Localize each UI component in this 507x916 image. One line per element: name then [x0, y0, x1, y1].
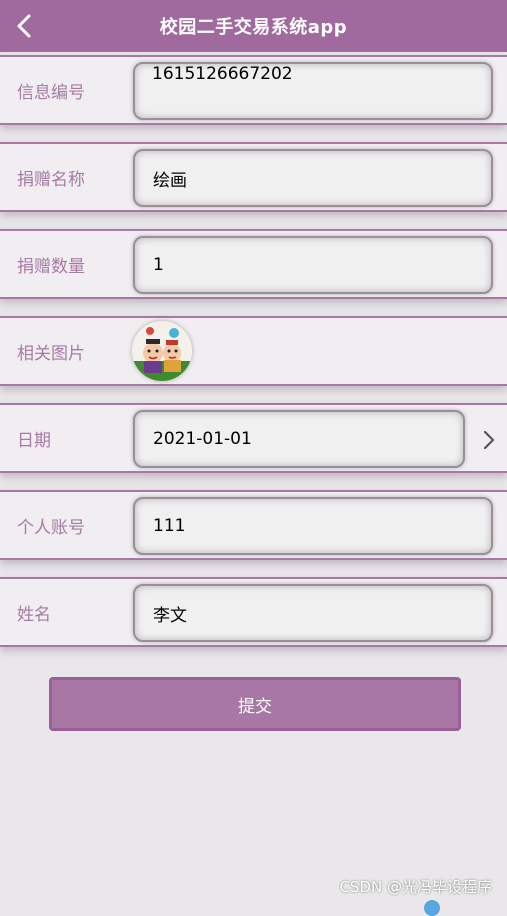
- app-header: 校园二手交易系统app: [0, 0, 507, 52]
- donation-name-label: 捐赠名称: [17, 169, 85, 190]
- floating-indicator: [424, 900, 440, 916]
- cartoon-image: [132, 321, 192, 381]
- form-row-date: 日期 2021-01-01: [0, 403, 507, 473]
- donation-quantity-field[interactable]: 1: [133, 236, 493, 294]
- chevron-left-icon: [17, 14, 31, 38]
- account-field[interactable]: 111: [133, 497, 493, 555]
- form-row-donation-name: 捐赠名称 绘画: [0, 142, 507, 212]
- account-label: 个人账号: [17, 517, 85, 538]
- related-image-thumbnail[interactable]: [132, 321, 192, 381]
- info-id-label: 信息编号: [17, 82, 85, 103]
- donation-quantity-label: 捐赠数量: [17, 256, 85, 277]
- related-image-label: 相关图片: [17, 343, 85, 364]
- page-title: 校园二手交易系统app: [159, 17, 348, 38]
- form-row-info-id: 信息编号 1615126667202: [0, 55, 507, 125]
- form-row-related-image: 相关图片: [0, 316, 507, 386]
- date-field[interactable]: 2021-01-01: [133, 410, 465, 468]
- form-row-account: 个人账号 111: [0, 490, 507, 560]
- submit-button[interactable]: 提交: [49, 677, 461, 731]
- date-label: 日期: [17, 430, 51, 451]
- chevron-right-icon[interactable]: [481, 429, 497, 451]
- back-button[interactable]: [12, 12, 36, 40]
- name-label: 姓名: [17, 604, 51, 625]
- name-field[interactable]: 李文: [133, 584, 493, 642]
- donation-name-field[interactable]: 绘画: [133, 149, 493, 207]
- form-row-donation-quantity: 捐赠数量 1: [0, 229, 507, 299]
- watermark: CSDN @光冯毕设程序: [339, 878, 492, 896]
- form-row-name: 姓名 李文: [0, 577, 507, 647]
- info-id-field[interactable]: 1615126667202: [133, 62, 493, 120]
